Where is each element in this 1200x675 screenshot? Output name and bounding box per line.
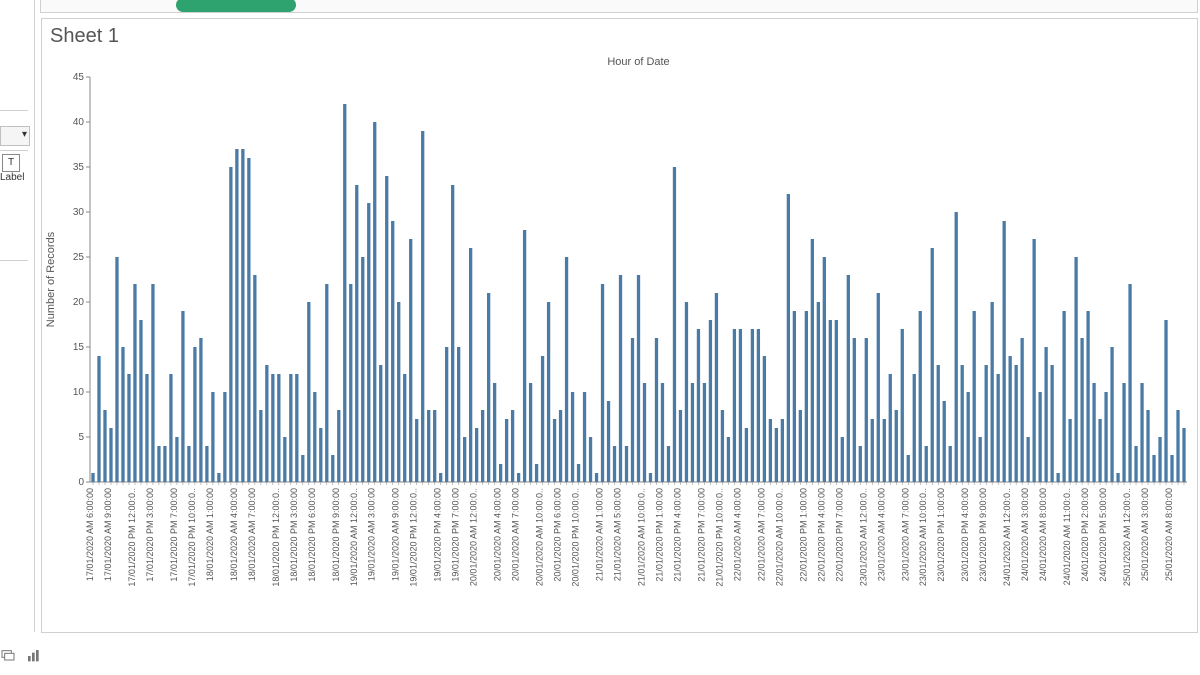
- svg-text:23/01/2020 PM 9:00:00: 23/01/2020 PM 9:00:00: [978, 488, 988, 582]
- side-panel: ▾ T Label: [0, 0, 35, 632]
- svg-text:19/01/2020 PM 4:00:00: 19/01/2020 PM 4:00:00: [433, 488, 443, 582]
- svg-text:19/01/2020 AM 3:00:00: 19/01/2020 AM 3:00:00: [367, 488, 377, 581]
- field-pill[interactable]: [176, 0, 296, 12]
- svg-text:23/01/2020 AM 4:00:00: 23/01/2020 AM 4:00:00: [876, 488, 886, 581]
- new-sheet-icon[interactable]: [26, 648, 42, 664]
- svg-text:17/01/2020 AM 9:00:00: 17/01/2020 AM 9:00:00: [103, 488, 113, 581]
- svg-text:21/01/2020 PM 4:00:00: 21/01/2020 PM 4:00:00: [672, 488, 682, 582]
- svg-text:0: 0: [78, 477, 84, 488]
- svg-text:10: 10: [73, 387, 85, 398]
- svg-text:25/01/2020 AM 12:00:0..: 25/01/2020 AM 12:00:0..: [1122, 488, 1132, 586]
- svg-text:24/01/2020 AM 11:00:0..: 24/01/2020 AM 11:00:0..: [1062, 488, 1072, 585]
- bar-chart: Hour of Date Number of Records 0 5 10 15 20 25 3…: [42, 53, 1197, 632]
- svg-text:21/01/2020 AM 1:00:00: 21/01/2020 AM 1:00:00: [595, 488, 605, 581]
- svg-text:18/01/2020 PM 9:00:00: 18/01/2020 PM 9:00:00: [331, 488, 341, 582]
- svg-text:22/01/2020 AM 10:00:0..: 22/01/2020 AM 10:00:0..: [774, 488, 784, 586]
- svg-text:22/01/2020 PM 4:00:00: 22/01/2020 PM 4:00:00: [816, 488, 826, 582]
- bottom-tab-icons: [0, 641, 50, 671]
- svg-text:5: 5: [78, 432, 84, 443]
- label-caption: Label: [0, 172, 24, 183]
- svg-text:17/01/2020 PM 7:00:00: 17/01/2020 PM 7:00:00: [169, 488, 179, 582]
- svg-text:23/01/2020 PM 1:00:00: 23/01/2020 PM 1:00:00: [936, 488, 946, 582]
- svg-text:17/01/2020 PM 10:00:0..: 17/01/2020 PM 10:00:0..: [187, 488, 197, 587]
- svg-text:Number of Records: Number of Records: [45, 231, 57, 327]
- svg-text:24/01/2020 AM 3:00:00: 24/01/2020 AM 3:00:00: [1020, 488, 1030, 581]
- svg-text:40: 40: [73, 117, 85, 128]
- divider: [0, 260, 28, 261]
- svg-text:25/01/2020 AM 3:00:00: 25/01/2020 AM 3:00:00: [1140, 488, 1150, 581]
- svg-text:20/01/2020 PM 10:00:0..: 20/01/2020 PM 10:00:0..: [571, 488, 581, 587]
- svg-text:22/01/2020 PM 7:00:00: 22/01/2020 PM 7:00:00: [834, 488, 844, 582]
- svg-text:23/01/2020 AM 7:00:00: 23/01/2020 AM 7:00:00: [900, 488, 910, 581]
- dropdown-button[interactable]: ▾: [0, 126, 30, 146]
- sheet-view: Sheet 1 Hour of Date Number of Records 0 5 1…: [41, 18, 1198, 633]
- svg-text:24/01/2020 PM 2:00:00: 24/01/2020 PM 2:00:00: [1080, 488, 1090, 582]
- svg-text:35: 35: [73, 162, 85, 173]
- svg-text:15: 15: [73, 342, 85, 353]
- svg-text:24/01/2020 AM 8:00:00: 24/01/2020 AM 8:00:00: [1038, 488, 1048, 581]
- data-source-icon[interactable]: [0, 648, 16, 664]
- svg-text:20/01/2020 AM 4:00:00: 20/01/2020 AM 4:00:00: [493, 488, 503, 581]
- svg-text:23/01/2020 AM 10:00:0..: 23/01/2020 AM 10:00:0..: [918, 488, 928, 586]
- svg-text:17/01/2020 AM 6:00:00: 17/01/2020 AM 6:00:00: [85, 488, 95, 581]
- sheet-title: Sheet 1: [50, 25, 119, 48]
- svg-text:21/01/2020 PM 10:00:0..: 21/01/2020 PM 10:00:0..: [714, 488, 724, 587]
- svg-text:17/01/2020 PM 12:00:0..: 17/01/2020 PM 12:00:0..: [127, 488, 137, 587]
- svg-text:30: 30: [73, 207, 85, 218]
- svg-text:19/01/2020 AM 12:00:0..: 19/01/2020 AM 12:00:0..: [349, 488, 359, 586]
- svg-text:19/01/2020 AM 9:00:00: 19/01/2020 AM 9:00:00: [391, 488, 401, 581]
- shelf-strip: [40, 0, 1198, 13]
- svg-text:21/01/2020 AM 5:00:00: 21/01/2020 AM 5:00:00: [613, 488, 623, 581]
- divider: [0, 150, 28, 151]
- svg-text:21/01/2020 AM 10:00:0..: 21/01/2020 AM 10:00:0..: [636, 488, 646, 586]
- svg-text:17/01/2020 PM 3:00:00: 17/01/2020 PM 3:00:00: [145, 488, 155, 582]
- svg-text:18/01/2020 PM 6:00:00: 18/01/2020 PM 6:00:00: [307, 488, 317, 582]
- svg-text:20/01/2020 PM 6:00:00: 20/01/2020 PM 6:00:00: [553, 488, 563, 582]
- svg-text:23/01/2020 PM 4:00:00: 23/01/2020 PM 4:00:00: [960, 488, 970, 582]
- svg-text:24/01/2020 PM 5:00:00: 24/01/2020 PM 5:00:00: [1098, 488, 1108, 582]
- svg-text:18/01/2020 AM 4:00:00: 18/01/2020 AM 4:00:00: [229, 488, 239, 581]
- svg-text:Hour of Date: Hour of Date: [607, 56, 669, 68]
- svg-text:18/01/2020 AM 1:00:00: 18/01/2020 AM 1:00:00: [205, 488, 215, 581]
- svg-text:21/01/2020 PM 1:00:00: 21/01/2020 PM 1:00:00: [654, 488, 664, 582]
- svg-text:45: 45: [73, 72, 85, 83]
- svg-text:22/01/2020 AM 4:00:00: 22/01/2020 AM 4:00:00: [732, 488, 742, 581]
- svg-text:20/01/2020 AM 7:00:00: 20/01/2020 AM 7:00:00: [511, 488, 521, 581]
- svg-text:22/01/2020 PM 1:00:00: 22/01/2020 PM 1:00:00: [798, 488, 808, 582]
- svg-text:20: 20: [73, 297, 85, 308]
- svg-text:25: 25: [73, 252, 85, 263]
- svg-text:21/01/2020 PM 7:00:00: 21/01/2020 PM 7:00:00: [696, 488, 706, 582]
- svg-text:19/01/2020 PM 12:00:0..: 19/01/2020 PM 12:00:0..: [409, 488, 419, 587]
- svg-text:22/01/2020 AM 7:00:00: 22/01/2020 AM 7:00:00: [756, 488, 766, 581]
- svg-text:18/01/2020 AM 7:00:00: 18/01/2020 AM 7:00:00: [247, 488, 257, 581]
- svg-text:18/01/2020 PM 3:00:00: 18/01/2020 PM 3:00:00: [289, 488, 299, 582]
- svg-text:24/01/2020 AM 12:00:0..: 24/01/2020 AM 12:00:0..: [1002, 488, 1012, 586]
- label-mark-button[interactable]: T: [2, 154, 20, 172]
- divider: [0, 110, 28, 111]
- svg-text:23/01/2020 AM 12:00:0..: 23/01/2020 AM 12:00:0..: [858, 488, 868, 586]
- chart-area: Hour of Date Number of Records 0 5 10 15 20 25 3…: [42, 53, 1197, 632]
- svg-text:19/01/2020 PM 7:00:00: 19/01/2020 PM 7:00:00: [451, 488, 461, 582]
- svg-text:20/01/2020 AM 12:00:0..: 20/01/2020 AM 12:00:0..: [469, 488, 479, 586]
- svg-text:20/01/2020 AM 10:00:0..: 20/01/2020 AM 10:00:0..: [535, 488, 545, 586]
- svg-text:25/01/2020 AM 8:00:00: 25/01/2020 AM 8:00:00: [1164, 488, 1174, 581]
- svg-text:18/01/2020 PM 12:00:0..: 18/01/2020 PM 12:00:0..: [271, 488, 281, 587]
